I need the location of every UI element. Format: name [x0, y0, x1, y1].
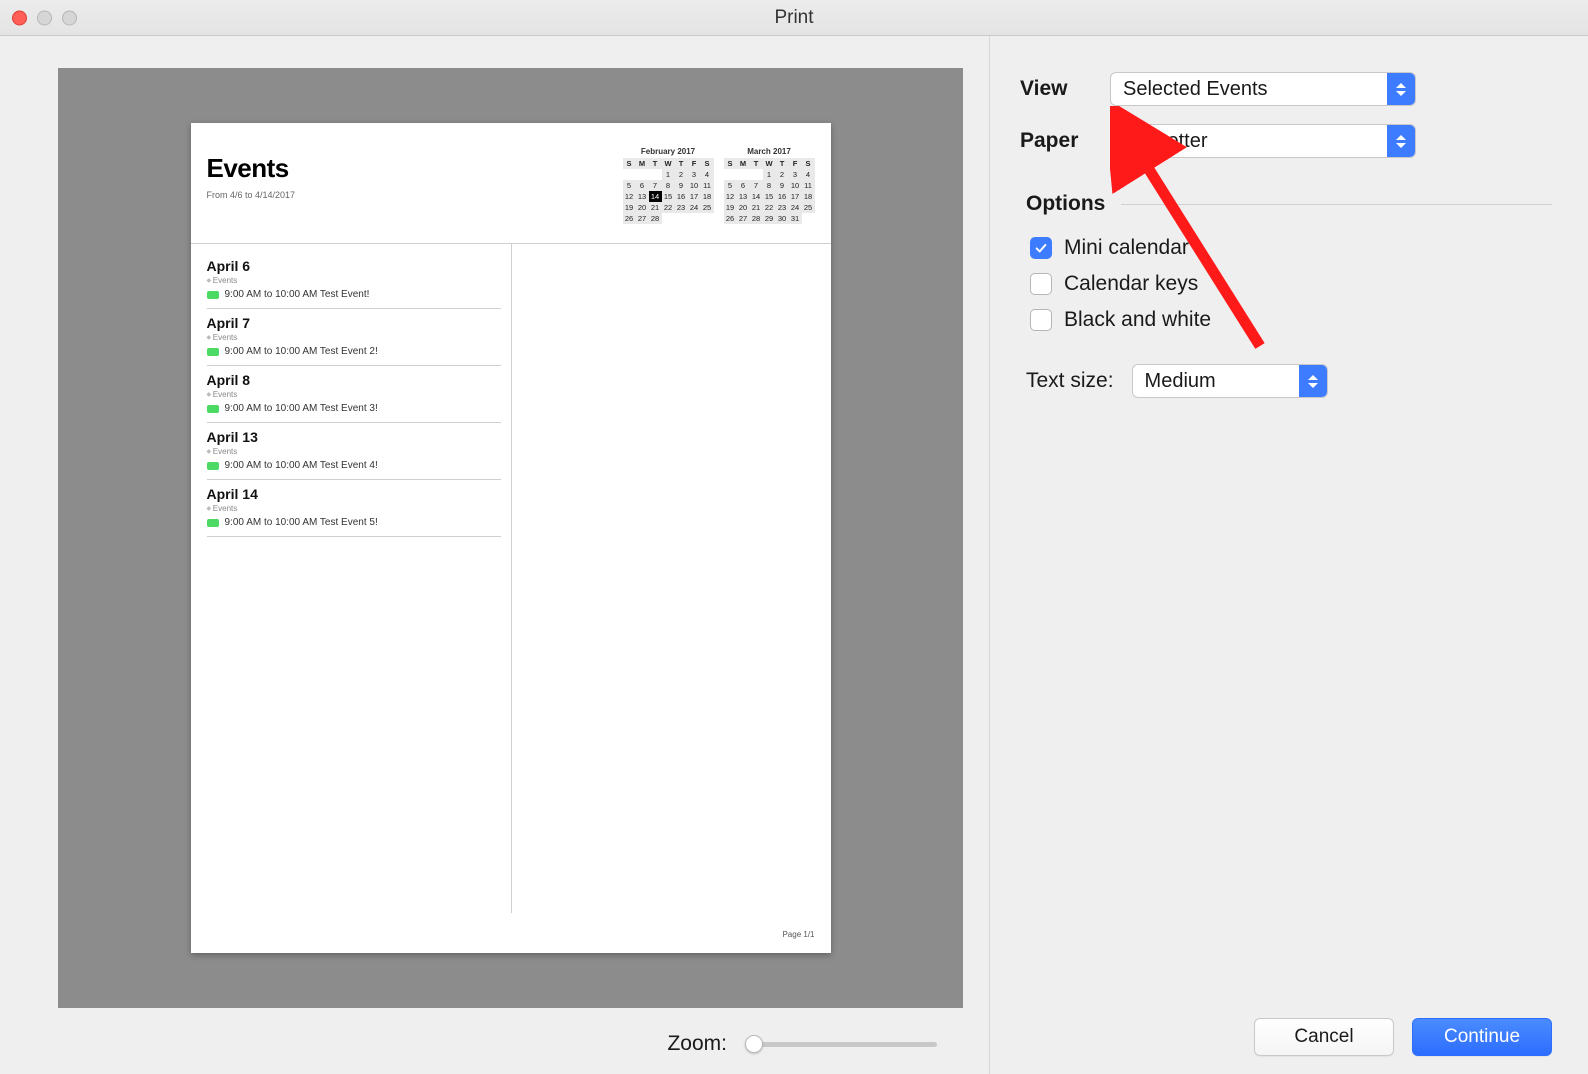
checkbox-label: Calendar keys [1064, 272, 1198, 296]
event-line: 9:00 AM to 10:00 AM Test Event 5! [207, 517, 502, 528]
event-text: 9:00 AM to 10:00 AM Test Event! [225, 289, 370, 300]
paper-select-value: US Letter [1111, 125, 1387, 157]
checkbox[interactable] [1030, 237, 1052, 259]
paper-select[interactable]: US Letter [1110, 124, 1416, 158]
page-date-range: From 4/6 to 4/14/2017 [207, 190, 623, 200]
checkbox-label: Black and white [1064, 308, 1211, 332]
updown-icon [1387, 125, 1415, 157]
titlebar: Print [0, 0, 1588, 36]
minimize-window-button[interactable] [37, 10, 52, 25]
day-category: Events [207, 390, 502, 399]
calendar-color-icon [207, 348, 219, 356]
day-category: Events [207, 504, 502, 513]
mini-calendars: February 2017SMTWTFS12345678910111213141… [623, 147, 815, 224]
option-row: Calendar keys [1030, 272, 1552, 296]
day-title: April 8 [207, 372, 502, 388]
calendar-color-icon [207, 405, 219, 413]
text-size-select-value: Medium [1133, 365, 1299, 397]
left-pane: Events From 4/6 to 4/14/2017 February 20… [0, 36, 990, 1074]
day-block: April 13 Events 9:00 AM to 10:00 AM Test E… [207, 423, 502, 480]
event-text: 9:00 AM to 10:00 AM Test Event 5! [225, 517, 378, 528]
options-header: Options [1026, 192, 1105, 216]
events-column-left: April 6 Events 9:00 AM to 10:00 AM Test Ev… [191, 244, 512, 913]
print-preview-page: Events From 4/6 to 4/14/2017 February 20… [191, 123, 831, 953]
cancel-button[interactable]: Cancel [1254, 1018, 1394, 1056]
option-row: Black and white [1030, 308, 1552, 332]
window-controls [12, 10, 77, 25]
continue-button[interactable]: Continue [1412, 1018, 1552, 1056]
divider [1121, 204, 1552, 205]
day-category: Events [207, 276, 502, 285]
day-block: April 7 Events 9:00 AM to 10:00 AM Test Ev… [207, 309, 502, 366]
mini-calendar-title: February 2017 [623, 147, 714, 156]
page-title: Events [207, 153, 623, 184]
mini-calendar: February 2017SMTWTFS12345678910111213141… [623, 147, 714, 224]
mini-calendar: March 2017SMTWTFS12345678910111213141516… [724, 147, 815, 224]
day-category: Events [207, 447, 502, 456]
checkbox[interactable] [1030, 273, 1052, 295]
close-window-button[interactable] [12, 10, 27, 25]
events-column-right [511, 244, 831, 913]
day-title: April 13 [207, 429, 502, 445]
calendar-color-icon [207, 519, 219, 527]
view-select-value: Selected Events [1111, 73, 1387, 105]
event-line: 9:00 AM to 10:00 AM Test Event 3! [207, 403, 502, 414]
zoom-label: Zoom: [667, 1032, 727, 1056]
paper-label: Paper [1020, 129, 1110, 153]
check-icon [1034, 241, 1048, 255]
option-row: Mini calendar [1030, 236, 1552, 260]
event-line: 9:00 AM to 10:00 AM Test Event 4! [207, 460, 502, 471]
day-title: April 14 [207, 486, 502, 502]
day-block: April 6 Events 9:00 AM to 10:00 AM Test Ev… [207, 252, 502, 309]
page-number: Page 1/1 [782, 930, 814, 939]
day-block: April 14 Events 9:00 AM to 10:00 AM Test E… [207, 480, 502, 537]
continue-button-label: Continue [1444, 1026, 1520, 1048]
maximize-window-button[interactable] [62, 10, 77, 25]
preview-frame: Events From 4/6 to 4/14/2017 February 20… [58, 68, 963, 1008]
checkbox[interactable] [1030, 309, 1052, 331]
cancel-button-label: Cancel [1294, 1026, 1353, 1048]
window-title: Print [774, 7, 813, 29]
zoom-slider[interactable] [745, 1033, 937, 1055]
day-category: Events [207, 333, 502, 342]
event-text: 9:00 AM to 10:00 AM Test Event 3! [225, 403, 378, 414]
checkbox-label: Mini calendar [1064, 236, 1189, 260]
event-text: 9:00 AM to 10:00 AM Test Event 2! [225, 346, 378, 357]
view-label: View [1020, 77, 1110, 101]
day-title: April 7 [207, 315, 502, 331]
updown-icon [1387, 73, 1415, 105]
day-title: April 6 [207, 258, 502, 274]
right-pane: View Selected Events Paper US Letter Opt… [990, 36, 1588, 1074]
view-select[interactable]: Selected Events [1110, 72, 1416, 106]
calendar-color-icon [207, 462, 219, 470]
text-size-label: Text size: [1026, 369, 1114, 393]
event-line: 9:00 AM to 10:00 AM Test Event 2! [207, 346, 502, 357]
text-size-select[interactable]: Medium [1132, 364, 1328, 398]
mini-calendar-title: March 2017 [724, 147, 815, 156]
event-line: 9:00 AM to 10:00 AM Test Event! [207, 289, 502, 300]
updown-icon [1299, 365, 1327, 397]
day-block: April 8 Events 9:00 AM to 10:00 AM Test Ev… [207, 366, 502, 423]
event-text: 9:00 AM to 10:00 AM Test Event 4! [225, 460, 378, 471]
calendar-color-icon [207, 291, 219, 299]
